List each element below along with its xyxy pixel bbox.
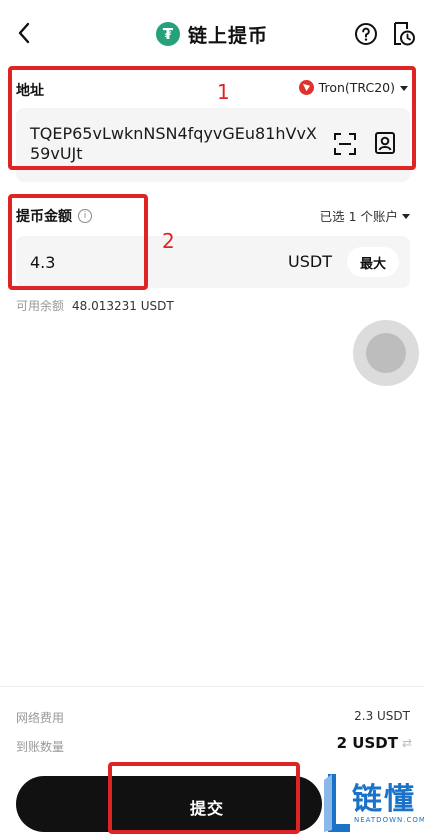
- back-icon[interactable]: [10, 18, 38, 48]
- history-icon[interactable]: [390, 20, 416, 48]
- annotation-box-amount: [8, 194, 148, 290]
- available-label: 可用余额: [16, 299, 65, 313]
- available-value: 48.013231 USDT: [72, 299, 174, 313]
- floating-button-core: [366, 333, 406, 373]
- receive-amount: 2 USDT ⇄: [337, 734, 412, 752]
- tether-icon: ₮: [156, 22, 180, 46]
- network-fee-label: 网络费用: [16, 711, 65, 725]
- floating-assistive-button[interactable]: [353, 320, 419, 386]
- available-balance: 可用余额 48.013231 USDT: [16, 297, 174, 314]
- chevron-down-icon: [402, 208, 410, 223]
- annotation-number-1: 1: [217, 80, 230, 104]
- receive-amount-value: 2 USDT: [336, 734, 398, 752]
- page-title: 链上提币: [188, 24, 269, 47]
- swap-icon[interactable]: ⇄: [402, 736, 412, 750]
- brand-logo-mark: [322, 770, 352, 834]
- page-title-group: ₮ 链上提币: [156, 20, 268, 48]
- annotation-box-submit: [108, 762, 300, 834]
- network-fee-value: 2.3 USDT: [354, 709, 410, 723]
- account-selector[interactable]: 已选 1 个账户: [320, 206, 410, 225]
- help-icon[interactable]: [354, 22, 378, 46]
- annotation-number-2: 2: [162, 229, 175, 253]
- footer-divider: [0, 686, 424, 687]
- max-button[interactable]: 最大: [347, 247, 399, 277]
- brand-site: NEATDOWN.COM: [354, 816, 424, 824]
- annotation-box-address: [8, 66, 416, 170]
- receive-amount-label: 到账数量: [16, 740, 65, 754]
- amount-unit: USDT: [288, 252, 332, 271]
- account-selector-label: 已选 1 个账户: [319, 209, 398, 224]
- brand-name: 链懂: [352, 782, 416, 817]
